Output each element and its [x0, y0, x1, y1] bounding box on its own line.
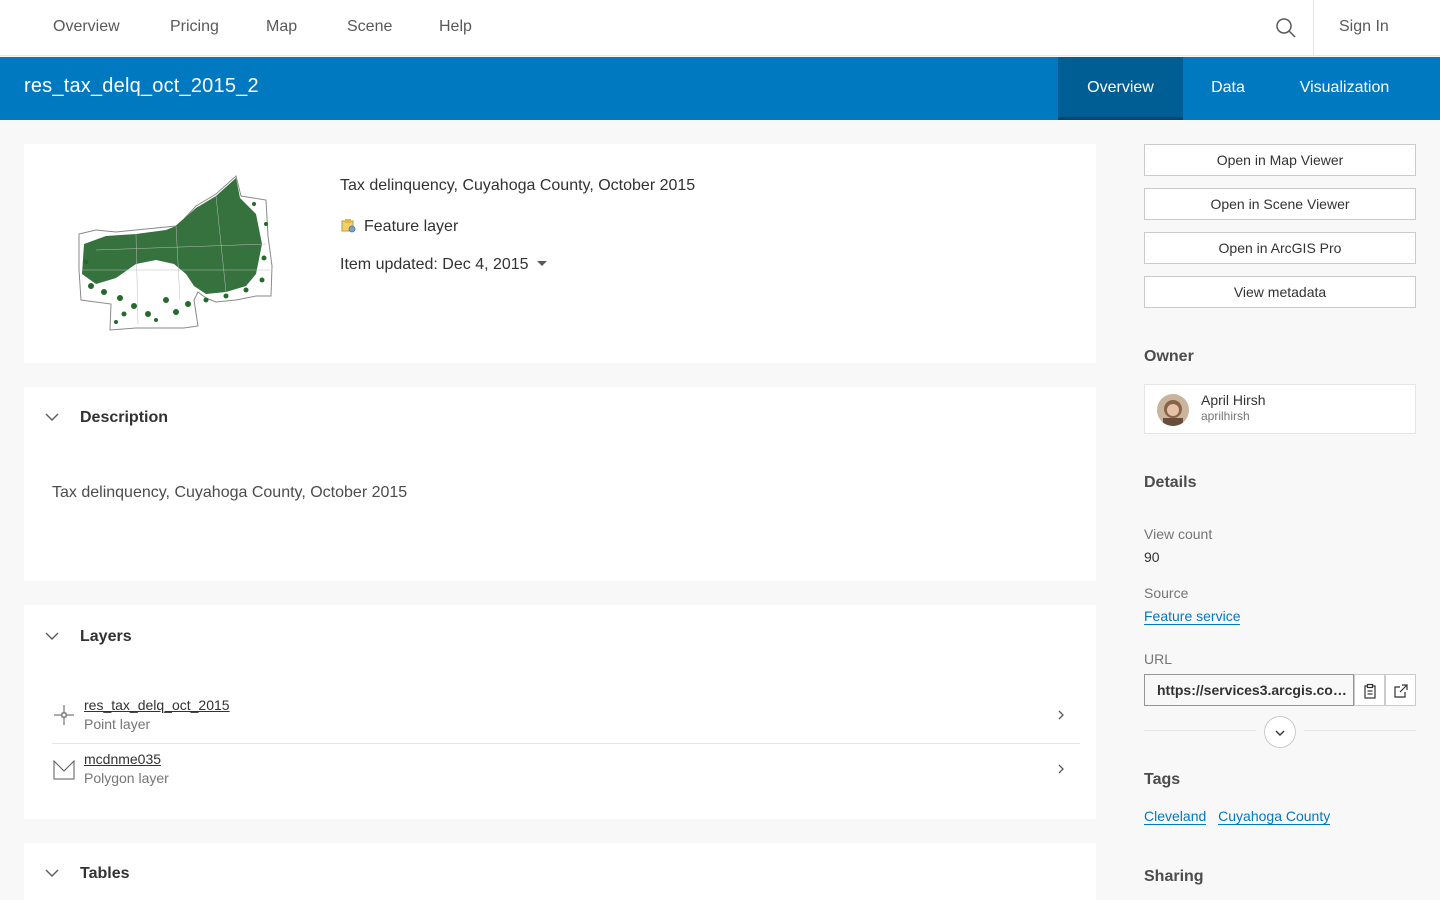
description-heading: Description — [80, 409, 169, 426]
url-label: URL — [1144, 651, 1173, 667]
nav-scene[interactable]: Scene — [347, 18, 392, 36]
top-navigation: Overview Pricing Map Scene Help Sign In — [0, 0, 1440, 56]
chevron-right-icon — [1056, 762, 1066, 774]
description-text: Tax delinquency, Cuyahoga County, Octobe… — [52, 484, 408, 501]
owner-heading: Owner — [1144, 348, 1194, 365]
chevron-down-icon — [44, 409, 60, 425]
sign-in-link[interactable]: Sign In — [1339, 18, 1389, 36]
chevron-down-icon — [1275, 730, 1285, 736]
layer-row[interactable]: mcdnme035 Polygon layer — [52, 751, 1080, 805]
copy-url-button[interactable] — [1354, 674, 1385, 706]
layer-type: Point layer — [84, 716, 151, 732]
owner-name: April Hirsh — [1201, 392, 1266, 408]
layer-name[interactable]: res_tax_delq_oct_2015 — [84, 697, 230, 713]
open-url-button[interactable] — [1385, 674, 1416, 706]
item-type: Feature layer — [340, 217, 458, 236]
layer-divider — [52, 743, 1080, 744]
tag-link[interactable]: Cleveland — [1144, 808, 1207, 825]
feature-layer-icon — [340, 217, 356, 233]
point-layer-icon — [52, 703, 76, 727]
description-card: Description Tax delinquency, Cuyahoga Co… — [24, 387, 1096, 581]
tag-list: Cleveland Cuyahoga County — [1144, 808, 1338, 825]
description-toggle[interactable]: Description — [44, 409, 168, 427]
nav-divider — [1313, 0, 1314, 56]
open-map-viewer-button[interactable]: Open in Map Viewer — [1144, 144, 1416, 176]
item-title: res_tax_delq_oct_2015_2 — [24, 75, 259, 97]
view-count-label: View count — [1144, 526, 1213, 542]
chevron-right-icon — [1056, 708, 1066, 720]
item-thumbnail — [78, 175, 273, 331]
item-updated-dropdown[interactable]: Item updated: Dec 4, 2015 — [340, 256, 547, 274]
search-icon[interactable] — [1274, 16, 1298, 40]
avatar — [1157, 394, 1189, 426]
details-divider — [1304, 730, 1416, 731]
tag-link[interactable]: Cuyahoga County — [1218, 808, 1331, 825]
tab-overview[interactable]: Overview — [1058, 57, 1183, 120]
nav-help[interactable]: Help — [439, 18, 472, 36]
layer-name[interactable]: mcdnme035 — [84, 751, 161, 767]
chevron-down-icon — [44, 865, 60, 881]
item-snippet: Tax delinquency, Cuyahoga County, Octobe… — [340, 177, 696, 194]
nav-overview[interactable]: Overview — [53, 18, 120, 36]
sharing-heading: Sharing — [1144, 868, 1204, 885]
details-heading: Details — [1144, 474, 1197, 491]
caret-down-icon — [536, 261, 547, 266]
tables-heading: Tables — [80, 865, 130, 882]
source-label: Source — [1144, 585, 1189, 601]
url-field[interactable]: https://services3.arcgis.co… — [1144, 674, 1354, 706]
layers-card: Layers res_tax_delq_oct_2015 Point layer… — [24, 605, 1096, 819]
tab-data[interactable]: Data — [1183, 57, 1273, 120]
layer-type: Polygon layer — [84, 770, 169, 786]
tags-heading: Tags — [1144, 771, 1181, 788]
polygon-layer-icon — [52, 757, 76, 781]
layers-heading: Layers — [80, 628, 132, 645]
tables-card: Tables — [24, 843, 1096, 900]
clipboard-icon — [1364, 683, 1376, 699]
open-arcgis-pro-button[interactable]: Open in ArcGIS Pro — [1144, 232, 1416, 264]
view-count-value: 90 — [1144, 549, 1160, 565]
item-summary-card: Tax delinquency, Cuyahoga County, Octobe… — [24, 144, 1096, 363]
external-link-icon — [1394, 684, 1408, 698]
chevron-down-icon — [44, 628, 60, 644]
nav-map[interactable]: Map — [266, 18, 297, 36]
layers-toggle[interactable]: Layers — [44, 628, 132, 646]
tab-visualization[interactable]: Visualization — [1273, 57, 1416, 120]
item-header: res_tax_delq_oct_2015_2 Overview Data Vi… — [0, 57, 1440, 120]
item-type-label: Feature layer — [364, 218, 459, 235]
details-divider — [1144, 730, 1256, 731]
source-link[interactable]: Feature service — [1144, 608, 1241, 625]
nav-pricing[interactable]: Pricing — [170, 18, 219, 36]
owner-card[interactable]: April Hirsh aprilhirsh — [1144, 384, 1416, 434]
open-scene-viewer-button[interactable]: Open in Scene Viewer — [1144, 188, 1416, 220]
tables-toggle[interactable]: Tables — [44, 865, 130, 883]
owner-username: aprilhirsh — [1201, 409, 1250, 423]
item-updated-label: Item updated: Dec 4, 2015 — [340, 256, 529, 273]
view-metadata-button[interactable]: View metadata — [1144, 276, 1416, 308]
expand-details-button[interactable] — [1264, 716, 1296, 748]
